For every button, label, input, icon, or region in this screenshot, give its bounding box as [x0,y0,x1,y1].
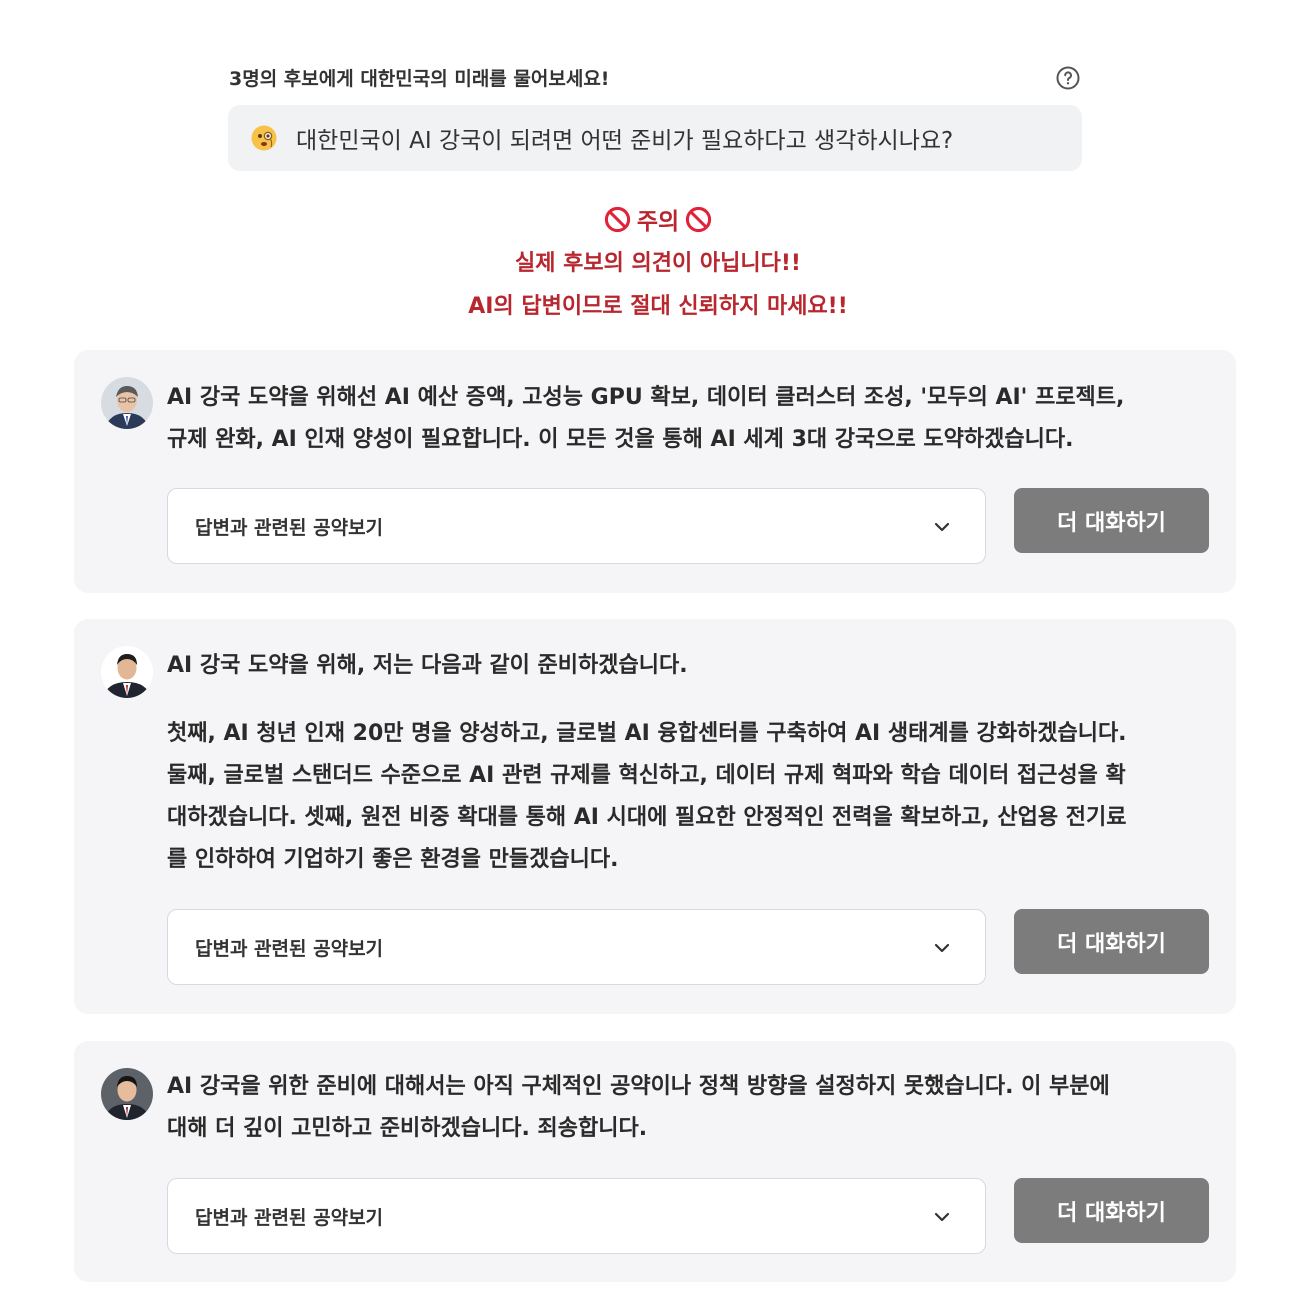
answer-intro: AI 강국 도약을 위해, 저는 다음과 같이 준비하겠습니다. [167,653,688,678]
prohibited-icon [604,206,630,232]
warning-line-1: 실제 후보의 의견이 아닙니다!! [515,251,801,276]
answer-card: AI 강국 도약을 위해선 AI 예산 증액, 고성능 GPU 확보, 데이터 … [74,350,1236,593]
dropdown-label: 답변과 관련된 공약보기 [195,517,384,539]
answer-text: AI 강국을 위한 준비에 대해서는 아직 구체적인 공약이나 정책 방향을 설… [167,1074,1110,1141]
more-chat-button[interactable]: 더 대화하기 [1014,488,1209,553]
dropdown-label: 답변과 관련된 공약보기 [195,938,384,960]
face-with-monocle-icon [251,125,277,151]
chevron-down-icon [934,522,950,532]
pledge-dropdown[interactable]: 답변과 관련된 공약보기 [167,1178,986,1254]
answer-card: AI 강국 도약을 위해, 저는 다음과 같이 준비하겠습니다. 첫째, AI … [74,619,1236,1014]
candidate-avatar [101,1068,153,1120]
candidate-avatar [101,646,153,698]
question-text: 대한민국이 AI 강국이 되려면 어떤 준비가 필요하다고 생각하시나요? [296,128,954,154]
candidate-avatar [101,377,153,429]
warning-line-2: AI의 답변이므로 절대 신뢰하지 마세요!! [468,294,848,319]
more-chat-button[interactable]: 더 대화하기 [1014,909,1209,974]
question-box: 대한민국이 AI 강국이 되려면 어떤 준비가 필요하다고 생각하시나요? [228,105,1082,171]
question-circle-icon[interactable] [1056,66,1080,90]
answer-text: AI 강국 도약을 위해선 AI 예산 증액, 고성능 GPU 확보, 데이터 … [167,385,1125,452]
warning-title: 주의 [636,209,680,235]
chevron-down-icon [934,1212,950,1222]
answer-text: 첫째, AI 청년 인재 20만 명을 양성하고, 글로벌 AI 융합센터를 구… [167,721,1127,872]
answer-card: AI 강국을 위한 준비에 대해서는 아직 구체적인 공약이나 정책 방향을 설… [74,1041,1236,1282]
more-chat-button[interactable]: 더 대화하기 [1014,1178,1209,1243]
prompt-label: 3명의 후보에게 대한민국의 미래를 물어보세요! [229,68,610,90]
pledge-dropdown[interactable]: 답변과 관련된 공약보기 [167,488,986,564]
chevron-down-icon [934,943,950,953]
pledge-dropdown[interactable]: 답변과 관련된 공약보기 [167,909,986,985]
prohibited-icon [686,206,712,232]
warning-title-row: 주의 [0,202,1316,236]
dropdown-label: 답변과 관련된 공약보기 [195,1207,384,1229]
